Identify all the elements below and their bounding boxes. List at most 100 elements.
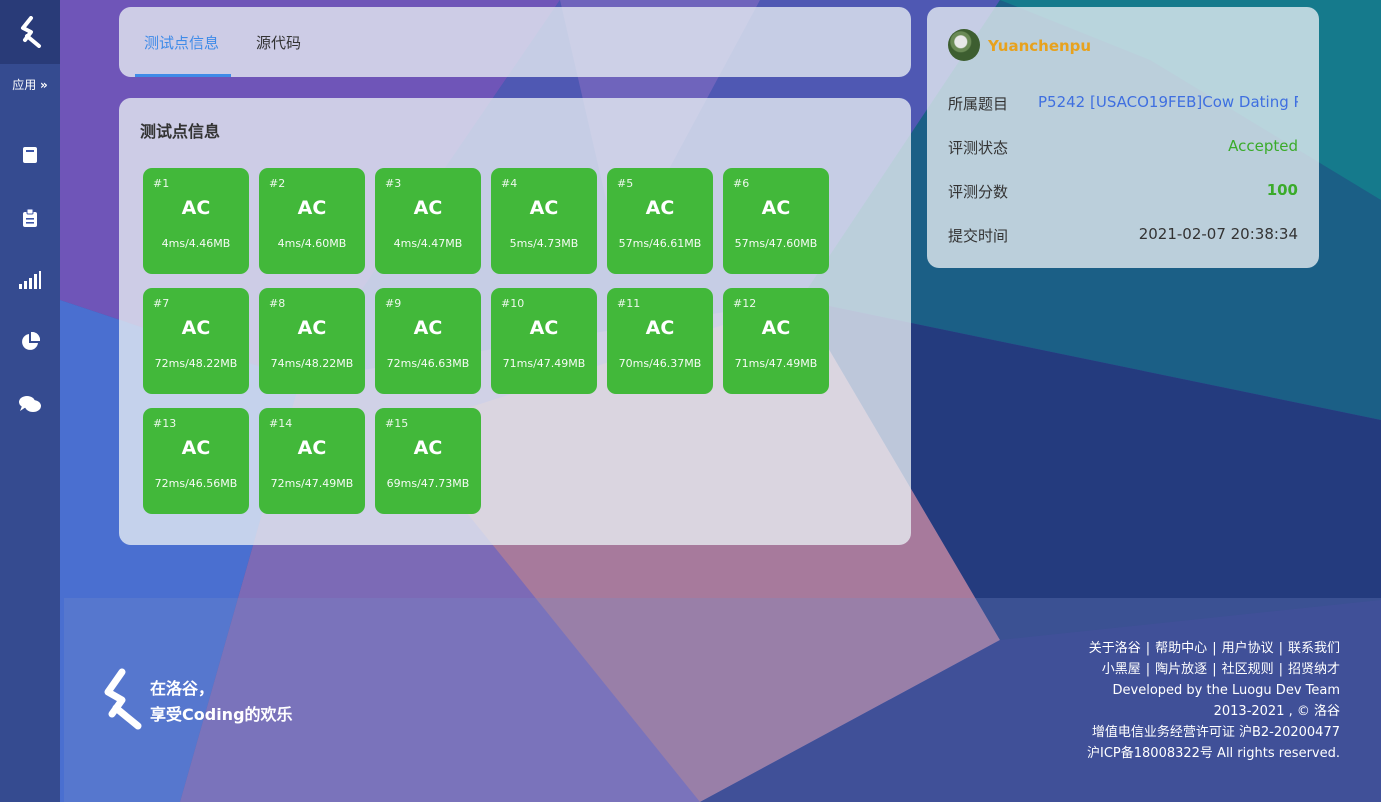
tabs-card: 测试点信息 源代码 [119,7,911,77]
test-case-status: AC [413,317,443,339]
active-tab-indicator [135,74,231,77]
submit-time-value: 2021-02-07 20:38:34 [1138,225,1298,243]
test-case-tile[interactable]: #11 AC 70ms/46.37MB [607,288,713,394]
test-case-resources: 71ms/47.49MB [502,357,586,370]
link-user-agreement[interactable]: 用户协议 [1222,641,1274,656]
link-blacklist[interactable]: 小黑屋 [1102,662,1141,677]
test-case-tile[interactable]: #10 AC 71ms/47.49MB [491,288,597,394]
test-case-resources: 74ms/48.22MB [270,357,354,370]
test-case-resources: 57ms/46.61MB [618,237,702,250]
clipboard-icon[interactable] [18,206,42,230]
signal-bars-icon[interactable] [18,268,42,292]
luogu-logo[interactable] [0,0,60,64]
test-case-status: AC [297,197,327,219]
test-case-tile[interactable]: #2 AC 4ms/4.60MB [259,168,365,274]
double-chevron-right-icon: » [40,78,48,92]
status-label: 评测状态 [948,139,1009,157]
test-case-tile[interactable]: #5 AC 57ms/46.61MB [607,168,713,274]
test-case-id: #1 [153,177,170,190]
test-case-id: #6 [733,177,750,190]
slogan-line-1: 在洛谷， [150,679,215,698]
test-case-resources: 69ms/47.73MB [386,477,470,490]
avatar[interactable] [948,29,980,61]
sidebar: 应用 » [0,0,60,802]
test-case-id: #3 [385,177,402,190]
test-cases-card: 测试点信息 #1 AC 4ms/4.46MB #2 AC 4ms/4.60MB #3 AC 4m… [119,98,911,545]
test-case-tile[interactable]: #13 AC 72ms/46.56MB [143,408,249,514]
test-case-id: #5 [617,177,634,190]
test-case-id: #10 [501,297,525,310]
test-case-resources: 4ms/4.46MB [161,237,231,250]
problem-link[interactable]: P5242 [USACO19FEB]Cow Dating P [1038,93,1298,111]
test-case-id: #14 [269,417,293,430]
score-label: 评测分数 [948,183,1009,201]
status-value: Accepted [1228,137,1298,155]
test-case-resources: 4ms/4.47MB [393,237,463,250]
footer-links: 关于洛谷 | 帮助中心 | 用户协议 | 联系我们 小黑屋 | 陶片放逐 | 社区规则 | 招贤纳才 D… [1087,638,1340,764]
apps-label: 应用 [12,78,37,92]
submit-time-label: 提交时间 [948,227,1009,245]
test-case-resources: 5ms/4.73MB [509,237,579,250]
test-case-status: AC [413,197,443,219]
test-case-id: #2 [269,177,286,190]
test-case-status: AC [645,197,675,219]
test-case-id: #8 [269,297,286,310]
link-contact[interactable]: 联系我们 [1288,641,1340,656]
test-case-tile[interactable]: #14 AC 72ms/47.49MB [259,408,365,514]
problem-label: 所属题目 [948,95,1009,113]
test-cases-title: 测试点信息 [140,122,221,141]
test-case-tile[interactable]: #9 AC 72ms/46.63MB [375,288,481,394]
test-case-id: #9 [385,297,402,310]
test-case-tile[interactable]: #8 AC 74ms/48.22MB [259,288,365,394]
test-case-tile[interactable]: #3 AC 4ms/4.47MB [375,168,481,274]
footer-slogan: 在洛谷， 享受Coding的欢乐 [150,676,293,728]
apps-menu[interactable]: 应用 » [0,76,60,96]
username-link[interactable]: Yuanchenpu [988,37,1091,55]
test-case-status: AC [181,437,211,459]
tab-source-code[interactable]: 源代码 [256,32,301,53]
test-case-resources: 72ms/47.49MB [270,477,354,490]
license-text: 增值电信业务经营许可证 沪B2-20200477 [1091,725,1340,740]
test-case-status: AC [761,317,791,339]
chat-icon[interactable] [18,392,42,416]
test-case-resources: 72ms/48.22MB [154,357,238,370]
footer-links-row-1: 关于洛谷 | 帮助中心 | 用户协议 | 联系我们 [1088,641,1340,656]
test-case-status: AC [181,197,211,219]
test-case-resources: 71ms/47.49MB [734,357,818,370]
test-case-resources: 4ms/4.60MB [277,237,347,250]
slogan-line-2: 享受Coding的欢乐 [150,705,293,724]
test-case-id: #12 [733,297,757,310]
test-case-status: AC [645,317,675,339]
footer: 在洛谷， 享受Coding的欢乐 关于洛谷 | 帮助中心 | 用户协议 | 联系我们 小黑屋… [64,598,1381,802]
test-case-tile[interactable]: #12 AC 71ms/47.49MB [723,288,829,394]
submission-info-card: Yuanchenpu 所属题目 P5242 [USACO19FEB]Cow Da… [927,7,1319,268]
copyright-text: 2013-2021 , © 洛谷 [1213,704,1340,719]
test-case-status: AC [413,437,443,459]
link-about[interactable]: 关于洛谷 [1089,641,1141,656]
link-help[interactable]: 帮助中心 [1155,641,1207,656]
test-case-status: AC [529,317,559,339]
test-case-tile[interactable]: #15 AC 69ms/47.73MB [375,408,481,514]
test-case-resources: 70ms/46.37MB [618,357,702,370]
test-case-id: #7 [153,297,170,310]
footer-links-row-2: 小黑屋 | 陶片放逐 | 社区规则 | 招贤纳才 [1101,662,1340,677]
test-case-tile[interactable]: #1 AC 4ms/4.46MB [143,168,249,274]
test-case-tile[interactable]: #7 AC 72ms/48.22MB [143,288,249,394]
book-icon[interactable] [18,143,42,167]
test-case-id: #15 [385,417,409,430]
dev-team-text: Developed by the Luogu Dev Team [1112,683,1340,698]
link-ostracism[interactable]: 陶片放逐 [1155,662,1207,677]
tab-test-info[interactable]: 测试点信息 [144,32,219,53]
test-case-status: AC [297,437,327,459]
pie-chart-icon[interactable] [18,330,42,354]
test-case-id: #4 [501,177,518,190]
luogu-footer-logo [104,668,142,730]
link-community-rules[interactable]: 社区规则 [1222,662,1274,677]
test-case-id: #11 [617,297,641,310]
test-case-tile[interactable]: #4 AC 5ms/4.73MB [491,168,597,274]
test-case-id: #13 [153,417,177,430]
link-careers[interactable]: 招贤纳才 [1288,662,1340,677]
test-case-status: AC [181,317,211,339]
test-case-tile[interactable]: #6 AC 57ms/47.60MB [723,168,829,274]
icp-text: 沪ICP备18008322号 All rights reserved. [1087,746,1340,761]
